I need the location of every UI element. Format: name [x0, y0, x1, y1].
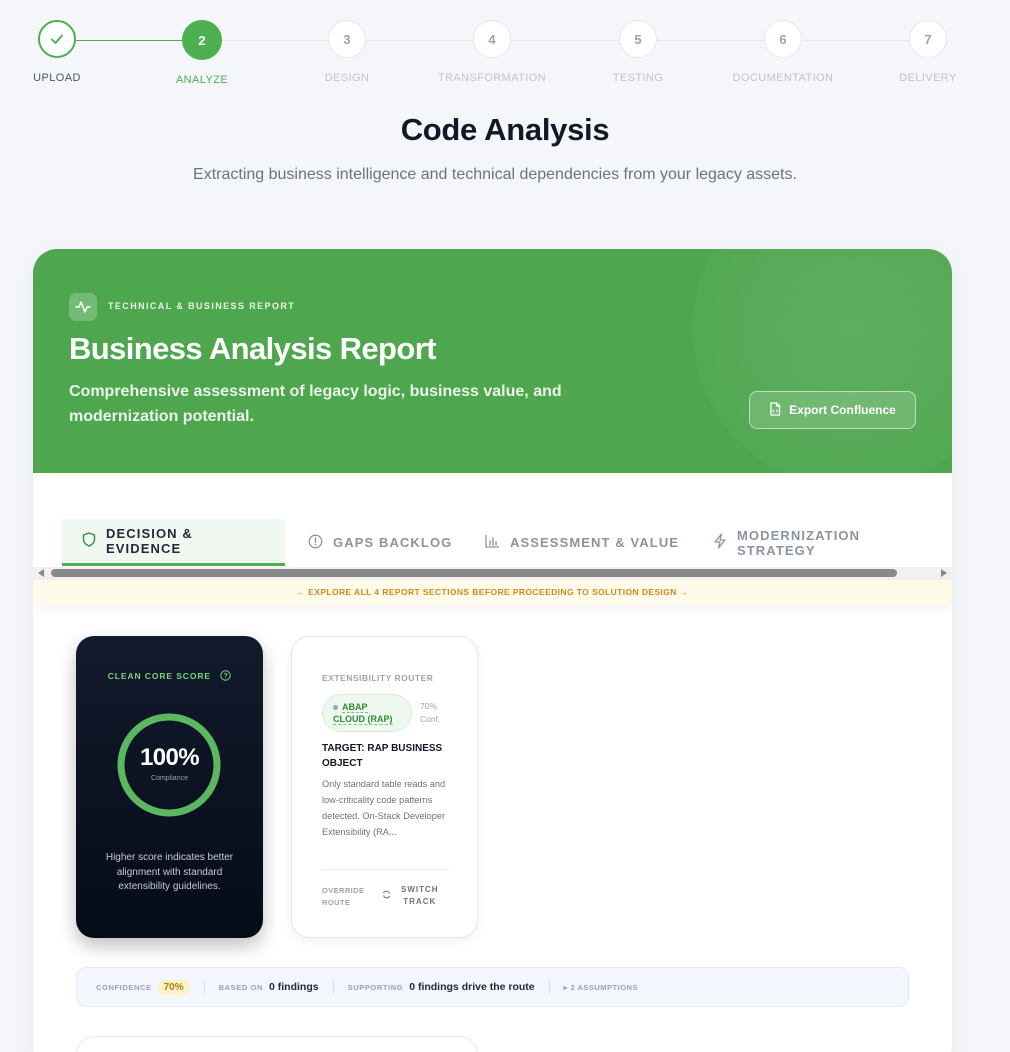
override-line1: OVERRIDE: [322, 886, 365, 895]
score-label-text: CLEAN CORE SCORE: [107, 670, 211, 681]
step-number: 5: [619, 20, 657, 58]
extensibility-router-card: EXTENSIBILITY ROUTER ABAP CLOUD (RAP) 70…: [291, 636, 478, 938]
based-on-key: BASED ON: [218, 982, 263, 992]
step-label: TRANSFORMATION: [437, 72, 547, 84]
step-transformation[interactable]: 4 TRANSFORMATION: [432, 20, 552, 84]
activity-icon: [69, 293, 97, 321]
tab-decision-evidence[interactable]: DECISION & EVIDENCE: [62, 519, 285, 566]
based-on-value: 0 findings: [269, 981, 319, 993]
scroll-right-arrow[interactable]: [941, 569, 947, 577]
score-value: 100%: [140, 744, 200, 771]
confidence-badge: 70%: [157, 979, 190, 995]
switch-line2: TRACK: [403, 897, 437, 906]
router-confidence: 70% Conf.: [420, 700, 440, 726]
tab-label: MODERNIZATION STRATEGY: [737, 527, 861, 558]
bar-chart-icon: [485, 534, 500, 551]
switch-track-button[interactable]: SWITCH TRACK: [382, 884, 439, 908]
explore-sections-notice: ← EXPLORE ALL 4 REPORT SECTIONS BEFORE P…: [33, 580, 952, 604]
scrollbar-thumb[interactable]: [51, 569, 897, 577]
step-number: 6: [764, 20, 802, 58]
step-testing[interactable]: 5 TESTING: [578, 20, 698, 84]
shield-icon: [82, 532, 96, 550]
router-label: EXTENSIBILITY ROUTER: [322, 673, 434, 683]
header-glow: [692, 249, 952, 489]
step-label: DELIVERY: [899, 72, 957, 84]
step-label: DESIGN: [324, 72, 370, 84]
file-export-icon: [769, 401, 781, 419]
report-eyebrow: TECHNICAL & BUSINESS REPORT: [108, 301, 296, 311]
export-confluence-label: Export Confluence: [789, 403, 896, 417]
tab-label: DECISION & EVIDENCE: [106, 526, 193, 556]
score-label: CLEAN CORE SCORE: [76, 670, 263, 683]
switch-track-label: SWITCH TRACK: [401, 884, 439, 908]
separator: [548, 981, 550, 993]
tabs-scrollbar[interactable]: [33, 567, 952, 580]
override-route-label: OVERRIDE ROUTE: [322, 885, 364, 909]
step-documentation[interactable]: 6 DOCUMENTATION: [723, 20, 843, 84]
override-line2: ROUTE: [322, 898, 351, 907]
clean-core-score-card: CLEAN CORE SCORE 100% Compliance Higher …: [76, 636, 263, 938]
refresh-icon: [382, 890, 391, 903]
switch-line1: SWITCH: [401, 885, 439, 894]
score-description: Higher score indicates better alignment …: [105, 852, 234, 892]
report-description: Comprehensive assessment of legacy logic…: [69, 383, 562, 425]
next-section-card: [76, 1036, 478, 1052]
step-design[interactable]: 3 DESIGN: [287, 20, 407, 84]
separator: [332, 981, 334, 993]
step-label: DOCUMENTATION: [732, 72, 834, 84]
step-analyze[interactable]: 2 ANALYZE: [142, 20, 262, 86]
help-circle-icon[interactable]: [220, 670, 231, 683]
tab-label: ASSESSMENT & VALUE: [510, 535, 680, 550]
route-pill-line1: ABAP: [342, 702, 368, 713]
step-number: 2: [182, 20, 222, 60]
step-label: ANALYZE: [175, 74, 229, 86]
separator: [203, 981, 205, 993]
lightning-icon: [713, 533, 727, 552]
evidence-summary-bar: CONFIDENCE 70% BASED ON 0 findings SUPPO…: [76, 967, 909, 1007]
report-header: TECHNICAL & BUSINESS REPORT Business Ana…: [33, 249, 952, 489]
tab-assessment-value[interactable]: ASSESSMENT & VALUE: [465, 519, 699, 566]
supporting-key: SUPPORTING: [347, 982, 404, 992]
step-delivery[interactable]: 7 DELIVERY: [868, 20, 988, 84]
router-confidence-word: Conf.: [420, 714, 441, 724]
assumptions-toggle[interactable]: ▸ 2 ASSUMPTIONS: [564, 983, 638, 992]
check-icon: [38, 20, 76, 58]
route-pill-line2: CLOUD (RAP): [333, 714, 393, 725]
router-confidence-value: 70%: [420, 701, 438, 711]
report-card: TECHNICAL & BUSINESS REPORT Business Ana…: [33, 249, 952, 1052]
step-number: 7: [909, 20, 947, 58]
tab-gaps-backlog[interactable]: GAPS BACKLOG: [288, 519, 472, 566]
tab-modernization-strategy[interactable]: MODERNIZATION STRATEGY: [693, 519, 952, 566]
page-subtitle: Extracting business intelligence and tec…: [193, 166, 797, 183]
step-label: UPLOAD: [33, 72, 81, 84]
progress-stepper: UPLOAD 2 ANALYZE 3 DESIGN 4 TRANSFORMATI…: [0, 20, 1010, 90]
confidence-key: CONFIDENCE: [96, 982, 152, 992]
tab-label: GAPS BACKLOG: [333, 535, 453, 550]
scroll-left-arrow[interactable]: [38, 569, 44, 577]
score-sub-label: Compliance: [151, 775, 188, 782]
step-number: 3: [328, 20, 366, 58]
report-title: Business Analysis Report: [69, 331, 437, 366]
report-tabs: DECISION & EVIDENCE GAPS BACKLOG ASSESSM…: [62, 519, 952, 566]
route-pill[interactable]: ABAP CLOUD (RAP): [322, 694, 412, 732]
router-target: TARGET: RAP BUSINESS OBJECT: [322, 743, 443, 769]
step-label: TESTING: [612, 72, 664, 84]
cloud-icon: [333, 705, 338, 711]
page-title: Code Analysis: [400, 112, 610, 147]
divider: [322, 869, 449, 870]
export-confluence-button[interactable]: Export Confluence: [749, 391, 916, 429]
step-number: 4: [473, 20, 511, 58]
step-upload[interactable]: UPLOAD: [0, 20, 117, 84]
router-description: Only standard table reads and low-critic…: [322, 779, 446, 837]
alert-circle-icon: [308, 534, 323, 552]
supporting-value: 0 findings drive the route: [409, 981, 535, 993]
